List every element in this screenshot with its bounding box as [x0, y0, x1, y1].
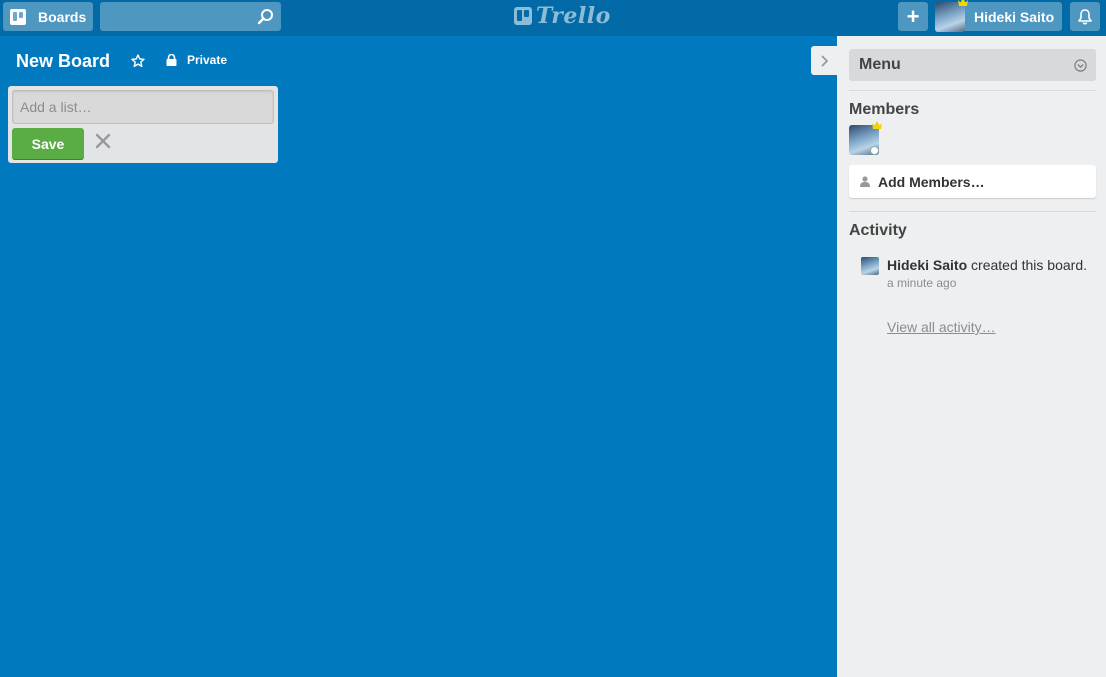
board-visibility-button[interactable]: Private [166, 53, 227, 67]
close-icon[interactable] [94, 132, 112, 150]
activity-item: Hideki Saito created this board. a minut… [861, 257, 1101, 290]
activity-title: Activity [849, 222, 907, 239]
member-menu-button[interactable]: Hideki Saito [935, 0, 1062, 32]
user-name: Hideki Saito [974, 8, 1055, 25]
sidebar-toggle[interactable] [811, 46, 837, 75]
plus-icon: + [906, 3, 920, 29]
star-icon[interactable] [131, 54, 145, 68]
chevron-down-circle-icon [1074, 59, 1087, 72]
add-list-input[interactable] [12, 90, 274, 124]
member-avatar[interactable] [849, 121, 882, 155]
boards-button[interactable]: Boards [3, 2, 93, 31]
bell-icon [1078, 8, 1092, 24]
search-box [100, 2, 281, 31]
activity-member-name[interactable]: Hideki Saito [887, 257, 967, 273]
sidebar-menu-header[interactable]: Menu [849, 49, 1096, 81]
members-title: Members [849, 101, 920, 118]
search-input[interactable] [100, 2, 281, 31]
lock-icon [166, 54, 177, 66]
avatar[interactable] [861, 257, 879, 275]
chevron-right-icon [821, 54, 828, 67]
logo-text: Trello [536, 3, 611, 29]
activity-text: Hideki Saito created this board. [887, 257, 1101, 273]
divider [849, 211, 1096, 212]
add-button[interactable]: + [898, 2, 928, 31]
avatar [849, 121, 882, 155]
view-all-activity-link[interactable]: View all activity… [887, 319, 996, 335]
activity-timestamp[interactable]: a minute ago [887, 276, 1101, 290]
board-icon [10, 8, 26, 25]
board-title[interactable]: New Board [16, 51, 110, 72]
add-members-button[interactable]: Add Members… [849, 165, 1096, 198]
divider [849, 90, 1096, 91]
visibility-label: Private [187, 53, 228, 67]
avatar [935, 0, 968, 32]
trello-logo[interactable]: Trello [514, 3, 611, 29]
trello-logo-icon [514, 7, 532, 25]
notifications-button[interactable] [1070, 2, 1100, 31]
crown-icon [872, 121, 882, 129]
top-header: Boards Trello + Hideki Saito [0, 0, 1106, 36]
activity-action: created this board. [967, 257, 1087, 273]
menu-title: Menu [859, 56, 901, 73]
person-icon [860, 176, 870, 187]
add-list-composer: Save [8, 86, 278, 163]
crown-icon [958, 0, 968, 6]
add-members-label: Add Members… [878, 173, 985, 190]
board-sidebar: Menu Members Add Members… Activity Hidek… [837, 36, 1106, 677]
admin-badge [870, 146, 879, 155]
search-icon[interactable] [257, 8, 274, 25]
boards-button-label: Boards [38, 8, 87, 25]
save-button[interactable]: Save [12, 128, 84, 159]
